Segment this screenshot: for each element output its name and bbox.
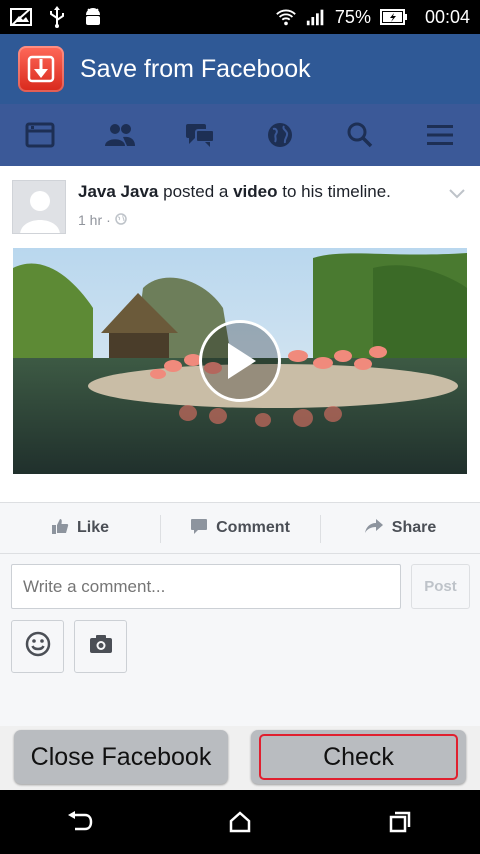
search-icon[interactable] bbox=[340, 115, 380, 155]
play-icon[interactable] bbox=[199, 320, 281, 402]
status-bar: 75% 00:04 bbox=[0, 0, 480, 34]
comment-label: Comment bbox=[216, 519, 290, 536]
post-author[interactable]: Java Java bbox=[78, 182, 158, 201]
post-time[interactable]: 1 hr bbox=[78, 212, 102, 228]
news-feed-icon[interactable] bbox=[20, 115, 60, 155]
globe-icon[interactable] bbox=[260, 115, 300, 155]
wifi-icon bbox=[275, 7, 297, 27]
system-nav-bar bbox=[0, 790, 480, 854]
app-bar: Save from Facebook bbox=[0, 34, 480, 104]
post-actions: Like Comment Share bbox=[0, 502, 480, 554]
bottom-action-bar: Close Facebook Check bbox=[0, 726, 480, 790]
photo-button[interactable] bbox=[74, 620, 127, 673]
share-arrow-icon bbox=[364, 518, 384, 539]
back-icon[interactable] bbox=[60, 802, 100, 842]
like-label: Like bbox=[76, 519, 109, 536]
battery-icon bbox=[379, 7, 409, 27]
battery-percent: 75% bbox=[334, 6, 371, 27]
image-icon bbox=[10, 7, 32, 27]
post-object[interactable]: video bbox=[233, 182, 277, 201]
comment-input[interactable] bbox=[11, 564, 401, 609]
usb-icon bbox=[46, 6, 68, 28]
friends-icon[interactable] bbox=[100, 115, 140, 155]
thumbs-up-icon bbox=[51, 518, 69, 539]
camera-icon bbox=[88, 633, 114, 660]
check-button[interactable]: Check bbox=[251, 730, 466, 784]
menu-icon[interactable] bbox=[420, 115, 460, 155]
messages-icon[interactable] bbox=[180, 115, 220, 155]
check-button-label: Check bbox=[259, 734, 458, 780]
post-time-separator: · bbox=[106, 212, 111, 228]
share-label: Share bbox=[391, 519, 437, 536]
download-icon bbox=[18, 46, 64, 92]
share-button[interactable]: Share bbox=[320, 503, 480, 553]
close-facebook-button[interactable]: Close Facebook bbox=[14, 730, 228, 784]
clock: 00:04 bbox=[424, 6, 470, 27]
smiley-icon bbox=[25, 631, 51, 662]
post-comment-button[interactable]: Post bbox=[411, 564, 470, 609]
comment-button[interactable]: Comment bbox=[160, 503, 320, 553]
post-verb: posted a bbox=[163, 182, 229, 201]
emoji-button[interactable] bbox=[11, 620, 64, 673]
android-icon bbox=[82, 7, 104, 27]
recent-apps-icon[interactable] bbox=[380, 802, 420, 842]
privacy-globe-icon bbox=[115, 212, 127, 228]
home-icon[interactable] bbox=[220, 802, 260, 842]
post-header: Java Java posted a video to his timeline… bbox=[78, 182, 391, 202]
signal-icon bbox=[305, 7, 327, 27]
post-target: to his timeline. bbox=[282, 182, 391, 201]
app-title: Save from Facebook bbox=[80, 54, 311, 83]
video-thumbnail[interactable] bbox=[13, 248, 467, 474]
post-card: Java Java posted a video to his timeline… bbox=[0, 166, 480, 502]
chevron-down-icon[interactable] bbox=[448, 186, 466, 204]
facebook-nav-bar bbox=[0, 104, 480, 166]
comment-area: Post bbox=[0, 554, 480, 726]
comment-icon bbox=[190, 518, 208, 539]
post-meta: 1 hr · bbox=[78, 212, 127, 228]
like-button[interactable]: Like bbox=[0, 503, 160, 553]
avatar[interactable] bbox=[12, 180, 66, 234]
